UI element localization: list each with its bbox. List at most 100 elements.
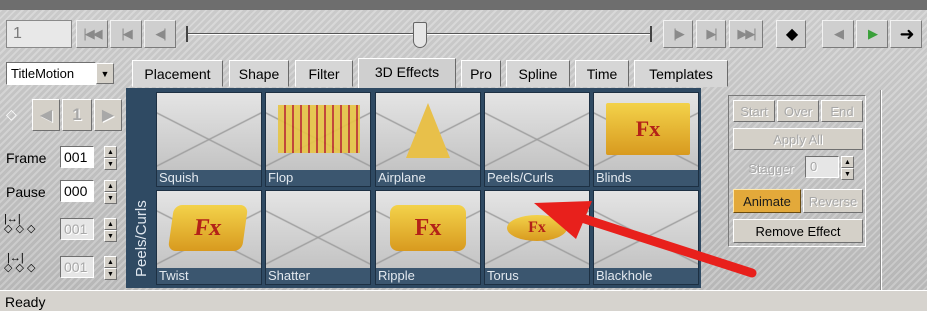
effect-name: Squish <box>157 170 261 186</box>
key-index: 1 <box>62 99 92 131</box>
next-key-button[interactable]: ▶ <box>856 20 888 48</box>
effect-tile-squish[interactable]: Squish <box>156 92 262 187</box>
spin-up-icon[interactable]: ▲ <box>104 180 117 192</box>
ease-out-icon: |↔| ◇ ◇ ◇ <box>4 252 36 274</box>
step-back-button[interactable]: |◀ <box>110 20 142 48</box>
start-button[interactable]: Start <box>733 100 775 122</box>
arrow-right-icon: ▶ <box>868 26 878 41</box>
spin-up-icon[interactable]: ▲ <box>104 146 117 158</box>
skip-start-icon: |◀◀ <box>83 26 102 41</box>
effect-name: Twist <box>157 268 261 284</box>
effect-name: Peels/Curls <box>485 170 589 186</box>
step-back-icon: |◀ <box>121 26 132 41</box>
jump-button[interactable]: ➜ <box>890 20 922 48</box>
category-strip: Peels/Curls <box>130 92 152 284</box>
ease-in-icon: |↔| ◇ ◇ ◇ <box>4 213 36 235</box>
effect-tile-airplane[interactable]: Airplane <box>375 92 481 187</box>
combo-dropdown-button[interactable]: ▼ <box>96 63 114 84</box>
apply-all-button[interactable]: Apply All <box>733 128 863 150</box>
go-to-end-button[interactable]: ▶▶| <box>729 20 763 48</box>
effect-tile-flop[interactable]: Flop <box>265 92 371 187</box>
annotation-arrow <box>534 201 757 278</box>
ease-in-spinner[interactable]: ▲ ▼ <box>104 218 117 242</box>
effect-name: Airplane <box>376 170 480 186</box>
rewind-icon: ◀| <box>155 26 166 41</box>
tab-shape[interactable]: Shape <box>229 60 289 87</box>
arrow-jump-icon: ➜ <box>899 23 914 44</box>
tab-placement[interactable]: Placement <box>132 60 223 87</box>
animate-button[interactable]: Animate <box>733 189 801 213</box>
title-combo-value: TitleMotion <box>6 62 96 85</box>
next-key-index-button[interactable]: ▶ <box>94 99 122 131</box>
tab-time[interactable]: Time <box>575 60 629 87</box>
effect-name: Shatter <box>266 268 370 284</box>
fx-logo-icon: Fx <box>390 205 466 251</box>
keyframe-diamond-icon: ◆ <box>785 26 798 43</box>
effect-name: Ripple <box>376 268 480 284</box>
spin-down-icon[interactable]: ▼ <box>104 158 117 170</box>
effect-tile-ripple[interactable]: Fx Ripple <box>375 190 481 285</box>
spin-down-icon[interactable]: ▼ <box>104 230 117 242</box>
triangle-right-icon: ▶ <box>101 107 115 124</box>
ease-out-input[interactable]: 001 <box>60 256 94 278</box>
frame-spinner[interactable]: ▲ ▼ <box>104 146 117 170</box>
forward-icon: ▶| <box>706 26 717 41</box>
effect-tile-peels-curls[interactable]: Peels/Curls <box>484 92 590 187</box>
top-strip <box>0 0 927 10</box>
fx-logo-icon: Fx <box>606 103 690 155</box>
spin-up-icon[interactable]: ▲ <box>104 218 117 230</box>
effect-name: Flop <box>266 170 370 186</box>
rewind-button[interactable]: ◀| <box>144 20 176 48</box>
stagger-input[interactable]: 0 <box>805 156 839 178</box>
tab-templates[interactable]: Templates <box>634 60 728 87</box>
timeline-slider-knob[interactable] <box>413 22 427 48</box>
stagger-spinner[interactable]: ▲ ▼ <box>841 156 854 180</box>
arrow-left-icon: ◀ <box>834 26 844 41</box>
play-step-button[interactable]: |▶ <box>663 20 693 48</box>
pause-spinner[interactable]: ▲ ▼ <box>104 180 117 204</box>
reverse-button[interactable]: Reverse <box>803 189 863 213</box>
effect-name: Blinds <box>594 170 698 186</box>
effect-tile-blinds[interactable]: Fx Blinds <box>593 92 699 187</box>
status-bar: Ready <box>0 290 927 311</box>
spin-down-icon[interactable]: ▼ <box>841 168 854 180</box>
tab-pro[interactable]: Pro <box>461 60 501 87</box>
prev-key-button[interactable]: ◀ <box>822 20 854 48</box>
key-diamond-icon: ◇ <box>6 106 17 122</box>
effect-tile-shatter[interactable]: Shatter <box>265 190 371 285</box>
triangle-left-icon: ◀ <box>39 107 53 124</box>
airplane-preview-icon <box>406 103 450 158</box>
end-button[interactable]: End <box>821 100 863 122</box>
prev-key-index-button[interactable]: ◀ <box>32 99 60 131</box>
pause-input[interactable]: 000 <box>60 180 94 202</box>
timeline-end-cap <box>650 26 652 42</box>
divider <box>880 90 882 290</box>
frame-input[interactable]: 001 <box>60 146 94 168</box>
step-forward-button[interactable]: ▶| <box>696 20 726 48</box>
add-keyframe-button[interactable]: ◆ <box>776 20 806 48</box>
title-combo[interactable]: TitleMotion ▼ <box>6 62 116 87</box>
chevron-down-icon: ▼ <box>100 68 110 79</box>
ease-out-spinner[interactable]: ▲ ▼ <box>104 256 117 280</box>
pause-label: Pause <box>6 184 46 200</box>
spin-up-icon[interactable]: ▲ <box>104 256 117 268</box>
tab-3d-effects[interactable]: 3D Effects <box>358 58 456 89</box>
category-label: Peels/Curls <box>133 200 150 277</box>
timeline-frame-field[interactable]: 1 <box>6 20 72 48</box>
go-to-start-button[interactable]: |◀◀ <box>76 20 108 48</box>
over-button[interactable]: Over <box>777 100 819 122</box>
remove-effect-button[interactable]: Remove Effect <box>733 219 863 243</box>
frame-label: Frame <box>6 150 47 166</box>
step-forward-icon: |▶ <box>673 26 684 41</box>
skip-end-icon: ▶▶| <box>737 26 756 41</box>
tab-spline[interactable]: Spline <box>506 60 570 87</box>
effect-tile-twist[interactable]: Fx Twist <box>156 190 262 285</box>
flop-preview-icon <box>278 105 360 153</box>
stagger-label: Stagger <box>748 160 794 176</box>
tab-filter[interactable]: Filter <box>295 60 353 87</box>
spin-down-icon[interactable]: ▼ <box>104 192 117 204</box>
spin-down-icon[interactable]: ▼ <box>104 268 117 280</box>
spin-up-icon[interactable]: ▲ <box>841 156 854 168</box>
ease-in-input[interactable]: 001 <box>60 218 94 240</box>
fx-logo-icon: Fx <box>167 205 249 251</box>
